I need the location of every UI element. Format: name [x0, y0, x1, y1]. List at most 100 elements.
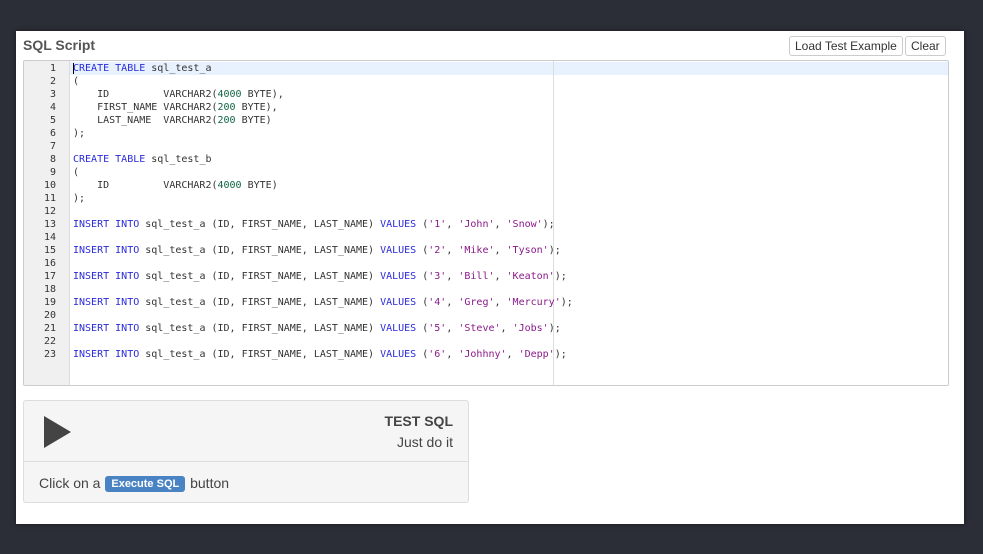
code-text: CREATE TABLE sql_test_b	[73, 153, 212, 166]
sql-keyword: INSERT	[73, 245, 110, 256]
sql-token: FIRST_NAME VARCHAR2(	[73, 102, 218, 113]
sql-token: (	[73, 76, 80, 87]
sql-token: sql_test_a (ID, FIRST_NAME, LAST_NAME)	[139, 219, 381, 230]
sql-keyword: INTO	[115, 245, 140, 256]
code-text: (	[73, 75, 79, 88]
code-line[interactable]: 6);	[24, 127, 948, 140]
line-number: 5	[49, 115, 56, 126]
code-lines[interactable]: 1 CREATE TABLE sql_test_a 2(3 ID VARCHAR2(…	[24, 62, 948, 361]
test-sql-card-header: TEST SQL Just do it	[24, 401, 468, 462]
code-line[interactable]: 7	[24, 140, 948, 153]
line-number: 2	[49, 76, 56, 87]
code-text: INSERT INTO sql_test_a (ID, FIRST_NAME, …	[73, 270, 567, 283]
code-line[interactable]: 17 INSERT INTO sql_test_a (ID, FIRST_NAME…	[24, 270, 948, 283]
line-number: 23	[43, 349, 56, 360]
code-text: (	[73, 166, 79, 179]
code-line[interactable]: 10 ID VARCHAR2(4000 BYTE)	[24, 179, 948, 192]
sql-token: ,	[446, 297, 459, 308]
code-line[interactable]: 22	[24, 335, 948, 348]
sql-token: ,	[494, 219, 507, 230]
sql-keyword: VALUES	[380, 271, 417, 282]
sql-string: '2'	[428, 245, 447, 256]
line-number: 15	[43, 245, 56, 256]
sql-string: 'Jobs'	[512, 323, 549, 334]
code-line[interactable]: 21 INSERT INTO sql_test_a (ID, FIRST_NAME…	[24, 322, 948, 335]
sql-token: ,	[446, 271, 459, 282]
sql-string: 'Tyson'	[506, 245, 549, 256]
code-line[interactable]: 16	[24, 257, 948, 270]
text-cursor	[73, 63, 74, 74]
code-text: INSERT INTO sql_test_a (ID, FIRST_NAME, …	[73, 244, 561, 257]
sql-token: ,	[506, 349, 519, 360]
code-line[interactable]: 9(	[24, 166, 948, 179]
sql-token: sql_test_a (ID, FIRST_NAME, LAST_NAME)	[139, 323, 381, 334]
line-number: 14	[43, 232, 56, 243]
sql-token: sql_test_b	[145, 154, 212, 165]
code-text: LAST_NAME VARCHAR2(200 BYTE)	[73, 114, 272, 127]
code-text: );	[73, 192, 85, 205]
sql-keyword: INTO	[115, 297, 140, 308]
code-text: INSERT INTO sql_test_a (ID, FIRST_NAME, …	[73, 348, 567, 361]
code-line[interactable]: 5 LAST_NAME VARCHAR2(200 BYTE)	[24, 114, 948, 127]
line-number: 8	[49, 154, 56, 165]
line-number: 9	[49, 167, 56, 178]
sql-token: sql_test_a (ID, FIRST_NAME, LAST_NAME)	[139, 297, 381, 308]
instruction-prefix: Click on a	[39, 475, 101, 491]
sql-string: 'Bill'	[458, 271, 495, 282]
code-line[interactable]: 1 CREATE TABLE sql_test_a	[24, 62, 948, 75]
code-line[interactable]: 11);	[24, 192, 948, 205]
card-title: TEST SQL	[384, 413, 453, 429]
sql-keyword: INSERT	[73, 349, 110, 360]
sql-token: BYTE)	[235, 115, 272, 126]
sql-keyword: INTO	[115, 271, 140, 282]
code-line[interactable]: 3 ID VARCHAR2(4000 BYTE),	[24, 88, 948, 101]
sql-string: '5'	[428, 323, 447, 334]
sql-token: (	[416, 245, 429, 256]
play-icon[interactable]	[44, 416, 71, 448]
code-text: CREATE TABLE sql_test_a	[73, 62, 212, 75]
sql-string: 'Mercury'	[506, 297, 561, 308]
line-number: 17	[43, 271, 56, 282]
sql-keyword: TABLE	[115, 63, 146, 74]
code-text: INSERT INTO sql_test_a (ID, FIRST_NAME, …	[73, 218, 555, 231]
sql-token: ,	[446, 349, 459, 360]
sql-editor[interactable]: 1 CREATE TABLE sql_test_a 2(3 ID VARCHAR2(…	[23, 60, 949, 386]
code-line[interactable]: 14	[24, 231, 948, 244]
code-line[interactable]: 23 INSERT INTO sql_test_a (ID, FIRST_NAME…	[24, 348, 948, 361]
sql-string: 'Steve'	[458, 323, 501, 334]
card-instruction: Click on a Execute SQL button	[39, 475, 229, 492]
code-line[interactable]: 8 CREATE TABLE sql_test_b	[24, 153, 948, 166]
sql-string: 'Keaton'	[506, 271, 555, 282]
code-line[interactable]: 19 INSERT INTO sql_test_a (ID, FIRST_NAME…	[24, 296, 948, 309]
code-line[interactable]: 15 INSERT INTO sql_test_a (ID, FIRST_NAME…	[24, 244, 948, 257]
code-line[interactable]: 20	[24, 309, 948, 322]
load-test-example-button[interactable]: Load Test Example	[789, 36, 903, 56]
sql-keyword: INSERT	[73, 323, 110, 334]
code-line[interactable]: 18	[24, 283, 948, 296]
sql-string: 'Depp'	[518, 349, 555, 360]
line-number: 13	[43, 219, 56, 230]
panel-title: SQL Script	[23, 37, 96, 53]
sql-keyword: INTO	[115, 219, 140, 230]
line-number: 16	[43, 258, 56, 269]
sql-token: ,	[446, 245, 459, 256]
sql-string: 'Johhny'	[458, 349, 507, 360]
code-text: FIRST_NAME VARCHAR2(200 BYTE),	[73, 101, 278, 114]
sql-keyword: VALUES	[380, 323, 417, 334]
code-line[interactable]: 2(	[24, 75, 948, 88]
sql-token: ,	[500, 323, 513, 334]
sql-string: 'John'	[458, 219, 495, 230]
code-line[interactable]: 12	[24, 205, 948, 218]
sql-token: ,	[494, 245, 507, 256]
sql-token: sql_test_a (ID, FIRST_NAME, LAST_NAME)	[139, 349, 381, 360]
line-number: 11	[43, 193, 56, 204]
sql-token: (	[416, 271, 429, 282]
code-line[interactable]: 4 FIRST_NAME VARCHAR2(200 BYTE),	[24, 101, 948, 114]
sql-token: (	[416, 297, 429, 308]
sql-token: );	[560, 297, 573, 308]
code-line[interactable]: 13 INSERT INTO sql_test_a (ID, FIRST_NAME…	[24, 218, 948, 231]
sql-keyword: TABLE	[115, 154, 146, 165]
sql-keyword: VALUES	[380, 245, 417, 256]
sql-token: );	[73, 193, 86, 204]
clear-button[interactable]: Clear	[905, 36, 946, 56]
